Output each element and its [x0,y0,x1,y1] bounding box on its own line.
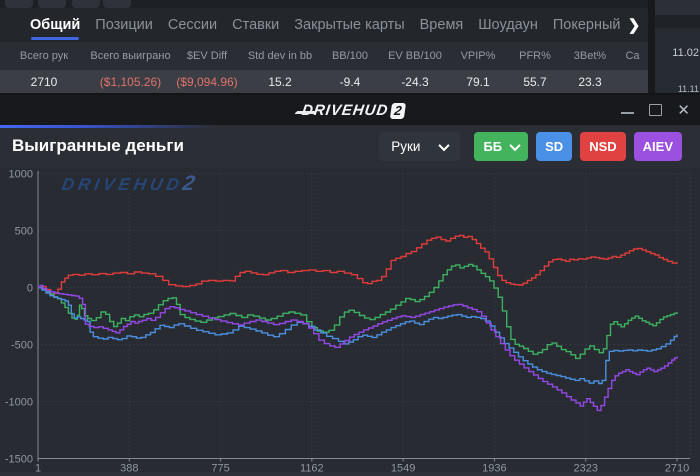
stat-header: VPIP% [460,50,496,62]
side-panel-strip [655,15,700,28]
titlebar[interactable]: DRIVEHUD 2 ✕ [0,95,700,125]
stat-value: -9.4 [339,74,361,89]
side-panel-value: 11.02 [672,47,699,59]
window-bottom-edge [0,472,700,476]
stats-value-row: 2710 ($1,105.26) ($9,094.96) 15.2 -9.4 -24.3 7… [0,70,648,93]
stat-value: 79.1 [466,74,490,89]
y-axis-label: -500 [11,340,33,352]
side-panel-strip [655,0,700,15]
y-axis-label: -1000 [5,397,33,409]
y-axis-label: 500 [15,226,33,238]
chart-area: DRIVEHUD2 1000 500 0 -500 -1000 -1500 1 388 775 1… [0,168,700,476]
tabs-overflow-arrow[interactable]: ❯ [620,8,648,42]
stat-header: Std dev in bb [247,50,313,62]
logo-swoosh [294,110,317,114]
window-edge-gap [648,0,655,95]
chart-header: Выигранные деньги Руки ББ SD NSD AIEV [0,125,700,168]
series-line-SD [38,286,678,385]
stat-value: 23.3 [578,74,602,89]
stat-value: 2710 [30,74,58,89]
series-button-NSD[interactable]: NSD [580,132,626,161]
drivehud-logo: DRIVEHUD 2 [294,101,406,119]
tab-Время[interactable]: Время [420,17,464,33]
stat-header: 3Bet% [573,50,607,62]
maximize-icon[interactable] [649,104,663,116]
series-button-label: AIEV [642,139,673,154]
hands-dropdown[interactable]: Руки [379,132,461,161]
series-button-ББ[interactable]: ББ [474,132,529,161]
stats-window: Общий Позиции Сессии Ставки Закрытые карты Вр… [0,0,648,95]
series-button-label: NSD [589,139,617,154]
stat-value: 55.7 [523,74,547,89]
window-button-stub [5,0,33,8]
accent-line [0,125,215,128]
stat-header: Всего рук [19,50,69,62]
stat-value: ($1,105.26) [99,74,162,89]
tab-Закрытые карты[interactable]: Закрытые карты [294,17,404,33]
window-button-stub [38,0,66,8]
chart-controls: Руки ББ SD NSD AIEV [379,132,682,161]
series-line-AIEV [38,284,678,412]
chevron-down-icon [438,139,451,151]
series-button-AIEV[interactable]: AIEV [633,132,682,161]
chevron-down-icon [509,139,521,151]
stat-header: EV BB/100 [388,50,442,62]
series-button-label: SD [545,139,564,154]
stats-header-row: Всего рук Всего выиграно $EV Diff Std dev i… [0,42,648,70]
y-axis-label: 0 [27,283,33,295]
stat-value: 15.2 [268,74,292,89]
stat-header: Всего выиграно [90,50,171,62]
stat-header: $EV Diff [186,50,228,62]
series-button-label: ББ [483,139,503,154]
stat-header: BB/100 [331,50,369,62]
window-button-stub [72,0,100,8]
window-button-stub [103,0,131,8]
stat-header: PFR% [519,50,551,62]
hands-dropdown-label: Руки [391,139,421,154]
y-axis-label: -1500 [5,454,33,466]
chart-window: DRIVEHUD 2 ✕ Выигранные деньги Руки ББ SD N… [0,95,700,476]
background-side-panel: 11.02 11.11 [655,0,700,95]
tab-Ставки[interactable]: Ставки [232,17,279,33]
tab-Шоудаун[interactable]: Шоудаун [478,17,538,33]
chart-title: Выигранные деньги [12,136,184,155]
tab-Сессии[interactable]: Сессии [168,17,217,33]
stat-value: ($9,094.96) [176,74,238,89]
series-button-SD[interactable]: SD [536,132,573,161]
logo-text: DRIVEHUD [300,101,390,119]
y-axis-label: 1000 [9,169,33,181]
winnings-chart-svg: 10005000-500-1000-15001 388 775 1162 1549 193… [5,169,691,475]
tab-Общий[interactable]: Общий [30,17,80,40]
stats-tab-bar: Общий Позиции Сессии Ставки Закрытые карты Вр… [0,8,648,42]
stat-header: Ca [625,50,640,62]
close-icon[interactable]: ✕ [677,103,690,118]
series-line-NSD [38,234,678,296]
tab-Позиции[interactable]: Позиции [95,17,153,33]
minimize-icon[interactable] [621,112,635,114]
logo-version-badge: 2 [389,102,406,118]
stat-value: -24.3 [401,74,429,89]
